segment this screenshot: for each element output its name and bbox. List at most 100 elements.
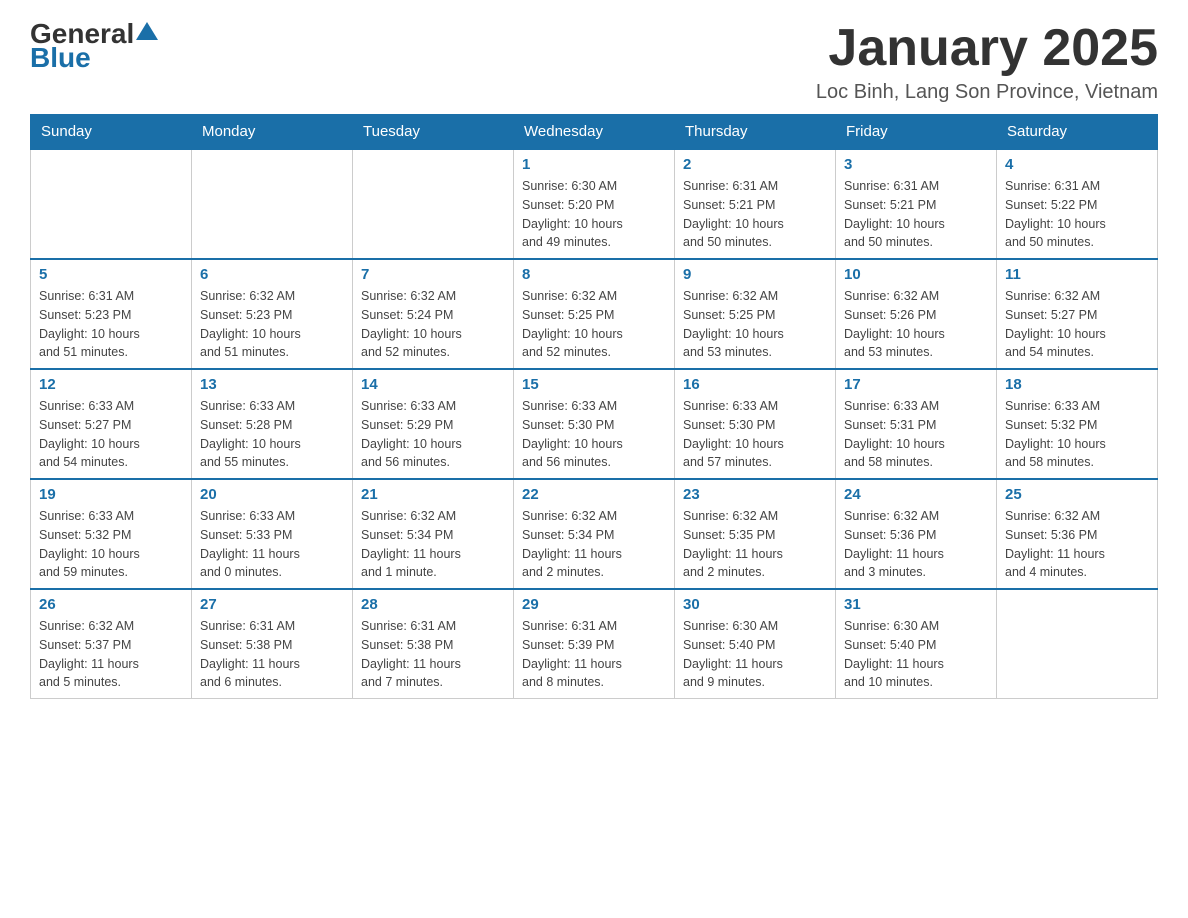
day-number: 6 [200, 266, 344, 283]
day-info: Sunrise: 6:33 AM Sunset: 5:32 PM Dayligh… [39, 507, 183, 582]
logo-triangle-icon [136, 22, 158, 40]
day-number: 16 [683, 376, 827, 393]
calendar-cell: 23 Sunrise: 6:32 AM Sunset: 5:35 PM Dayli… [675, 479, 836, 589]
day-info: Sunrise: 6:32 AM Sunset: 5:27 PM Dayligh… [1005, 287, 1149, 362]
day-number: 2 [683, 156, 827, 173]
day-info: Sunrise: 6:30 AM Sunset: 5:20 PM Dayligh… [522, 177, 666, 252]
col-monday: Monday [192, 115, 353, 150]
day-info: Sunrise: 6:33 AM Sunset: 5:32 PM Dayligh… [1005, 397, 1149, 472]
day-info: Sunrise: 6:32 AM Sunset: 5:24 PM Dayligh… [361, 287, 505, 362]
calendar-cell: 22 Sunrise: 6:32 AM Sunset: 5:34 PM Dayli… [514, 479, 675, 589]
col-tuesday: Tuesday [353, 115, 514, 150]
calendar-header-row: Sunday Monday Tuesday Wednesday Thursday… [31, 115, 1158, 150]
calendar-cell: 17 Sunrise: 6:33 AM Sunset: 5:31 PM Dayli… [836, 369, 997, 479]
calendar-cell: 27 Sunrise: 6:31 AM Sunset: 5:38 PM Dayli… [192, 589, 353, 699]
calendar-cell: 5 Sunrise: 6:31 AM Sunset: 5:23 PM Daylig… [31, 259, 192, 369]
day-info: Sunrise: 6:32 AM Sunset: 5:25 PM Dayligh… [683, 287, 827, 362]
calendar-cell: 7Sunrise: 6:32 AM Sunset: 5:24 PM Daylig… [353, 259, 514, 369]
page-subtitle: Loc Binh, Lang Son Province, Vietnam [816, 81, 1158, 104]
page-title: January 2025 [816, 20, 1158, 77]
calendar-cell: 28Sunrise: 6:31 AM Sunset: 5:38 PM Dayli… [353, 589, 514, 699]
calendar-cell: 16 Sunrise: 6:33 AM Sunset: 5:30 PM Dayli… [675, 369, 836, 479]
calendar-cell: 1 Sunrise: 6:30 AM Sunset: 5:20 PM Daylig… [514, 149, 675, 259]
calendar-cell: 11 Sunrise: 6:32 AM Sunset: 5:27 PM Dayli… [997, 259, 1158, 369]
day-info: Sunrise: 6:33 AM Sunset: 5:30 PM Dayligh… [683, 397, 827, 472]
title-area: January 2025 Loc Binh, Lang Son Province… [816, 20, 1158, 104]
day-number: 31 [844, 596, 988, 613]
calendar-cell [997, 589, 1158, 699]
calendar-cell: 3 Sunrise: 6:31 AM Sunset: 5:21 PM Daylig… [836, 149, 997, 259]
day-number: 14 [361, 376, 505, 393]
page-header: General Blue January 2025 Loc Binh, Lang… [30, 20, 1158, 104]
day-info: Sunrise: 6:32 AM Sunset: 5:34 PM Dayligh… [361, 507, 505, 582]
calendar-cell: 2Sunrise: 6:31 AM Sunset: 5:21 PM Daylig… [675, 149, 836, 259]
calendar-cell [31, 149, 192, 259]
day-number: 8 [522, 266, 666, 283]
day-info: Sunrise: 6:31 AM Sunset: 5:21 PM Dayligh… [844, 177, 988, 252]
day-number: 23 [683, 486, 827, 503]
day-number: 29 [522, 596, 666, 613]
day-number: 28 [361, 596, 505, 613]
day-number: 26 [39, 596, 183, 613]
day-number: 1 [522, 156, 666, 173]
calendar-cell: 29 Sunrise: 6:31 AM Sunset: 5:39 PM Dayli… [514, 589, 675, 699]
day-number: 30 [683, 596, 827, 613]
day-info: Sunrise: 6:32 AM Sunset: 5:36 PM Dayligh… [1005, 507, 1149, 582]
day-number: 3 [844, 156, 988, 173]
calendar-cell: 19 Sunrise: 6:33 AM Sunset: 5:32 PM Dayli… [31, 479, 192, 589]
calendar-cell: 24 Sunrise: 6:32 AM Sunset: 5:36 PM Dayli… [836, 479, 997, 589]
calendar-cell: 20 Sunrise: 6:33 AM Sunset: 5:33 PM Dayli… [192, 479, 353, 589]
calendar-cell: 25 Sunrise: 6:32 AM Sunset: 5:36 PM Dayli… [997, 479, 1158, 589]
col-saturday: Saturday [997, 115, 1158, 150]
day-number: 10 [844, 266, 988, 283]
day-number: 18 [1005, 376, 1149, 393]
day-info: Sunrise: 6:33 AM Sunset: 5:27 PM Dayligh… [39, 397, 183, 472]
day-number: 20 [200, 486, 344, 503]
day-info: Sunrise: 6:31 AM Sunset: 5:39 PM Dayligh… [522, 617, 666, 692]
calendar-week-4: 19 Sunrise: 6:33 AM Sunset: 5:32 PM Dayli… [31, 479, 1158, 589]
calendar-cell: 6Sunrise: 6:32 AM Sunset: 5:23 PM Daylig… [192, 259, 353, 369]
day-info: Sunrise: 6:32 AM Sunset: 5:36 PM Dayligh… [844, 507, 988, 582]
calendar-cell [353, 149, 514, 259]
day-number: 5 [39, 266, 183, 283]
day-number: 17 [844, 376, 988, 393]
calendar-week-1: 1 Sunrise: 6:30 AM Sunset: 5:20 PM Daylig… [31, 149, 1158, 259]
day-number: 4 [1005, 156, 1149, 173]
day-info: Sunrise: 6:32 AM Sunset: 5:26 PM Dayligh… [844, 287, 988, 362]
calendar-cell: 18 Sunrise: 6:33 AM Sunset: 5:32 PM Dayli… [997, 369, 1158, 479]
day-info: Sunrise: 6:30 AM Sunset: 5:40 PM Dayligh… [844, 617, 988, 692]
col-friday: Friday [836, 115, 997, 150]
day-number: 24 [844, 486, 988, 503]
day-number: 12 [39, 376, 183, 393]
calendar-cell: 30 Sunrise: 6:30 AM Sunset: 5:40 PM Dayli… [675, 589, 836, 699]
day-info: Sunrise: 6:33 AM Sunset: 5:33 PM Dayligh… [200, 507, 344, 582]
logo: General Blue [30, 20, 158, 72]
calendar-cell: 8Sunrise: 6:32 AM Sunset: 5:25 PM Daylig… [514, 259, 675, 369]
calendar-cell: 26 Sunrise: 6:32 AM Sunset: 5:37 PM Dayli… [31, 589, 192, 699]
day-number: 25 [1005, 486, 1149, 503]
day-number: 15 [522, 376, 666, 393]
calendar-cell: 10 Sunrise: 6:32 AM Sunset: 5:26 PM Dayli… [836, 259, 997, 369]
day-info: Sunrise: 6:32 AM Sunset: 5:37 PM Dayligh… [39, 617, 183, 692]
day-info: Sunrise: 6:31 AM Sunset: 5:23 PM Dayligh… [39, 287, 183, 362]
day-info: Sunrise: 6:33 AM Sunset: 5:31 PM Dayligh… [844, 397, 988, 472]
calendar-week-2: 5 Sunrise: 6:31 AM Sunset: 5:23 PM Daylig… [31, 259, 1158, 369]
day-number: 27 [200, 596, 344, 613]
day-info: Sunrise: 6:30 AM Sunset: 5:40 PM Dayligh… [683, 617, 827, 692]
calendar-cell: 13Sunrise: 6:33 AM Sunset: 5:28 PM Dayli… [192, 369, 353, 479]
day-number: 22 [522, 486, 666, 503]
col-thursday: Thursday [675, 115, 836, 150]
day-number: 11 [1005, 266, 1149, 283]
calendar-cell: 9 Sunrise: 6:32 AM Sunset: 5:25 PM Daylig… [675, 259, 836, 369]
day-number: 21 [361, 486, 505, 503]
day-number: 19 [39, 486, 183, 503]
day-info: Sunrise: 6:31 AM Sunset: 5:22 PM Dayligh… [1005, 177, 1149, 252]
calendar-week-5: 26 Sunrise: 6:32 AM Sunset: 5:37 PM Dayli… [31, 589, 1158, 699]
day-number: 9 [683, 266, 827, 283]
day-info: Sunrise: 6:31 AM Sunset: 5:38 PM Dayligh… [200, 617, 344, 692]
calendar-cell: 4 Sunrise: 6:31 AM Sunset: 5:22 PM Daylig… [997, 149, 1158, 259]
day-info: Sunrise: 6:32 AM Sunset: 5:35 PM Dayligh… [683, 507, 827, 582]
day-info: Sunrise: 6:32 AM Sunset: 5:34 PM Dayligh… [522, 507, 666, 582]
calendar-cell: 21 Sunrise: 6:32 AM Sunset: 5:34 PM Dayli… [353, 479, 514, 589]
calendar-cell [192, 149, 353, 259]
